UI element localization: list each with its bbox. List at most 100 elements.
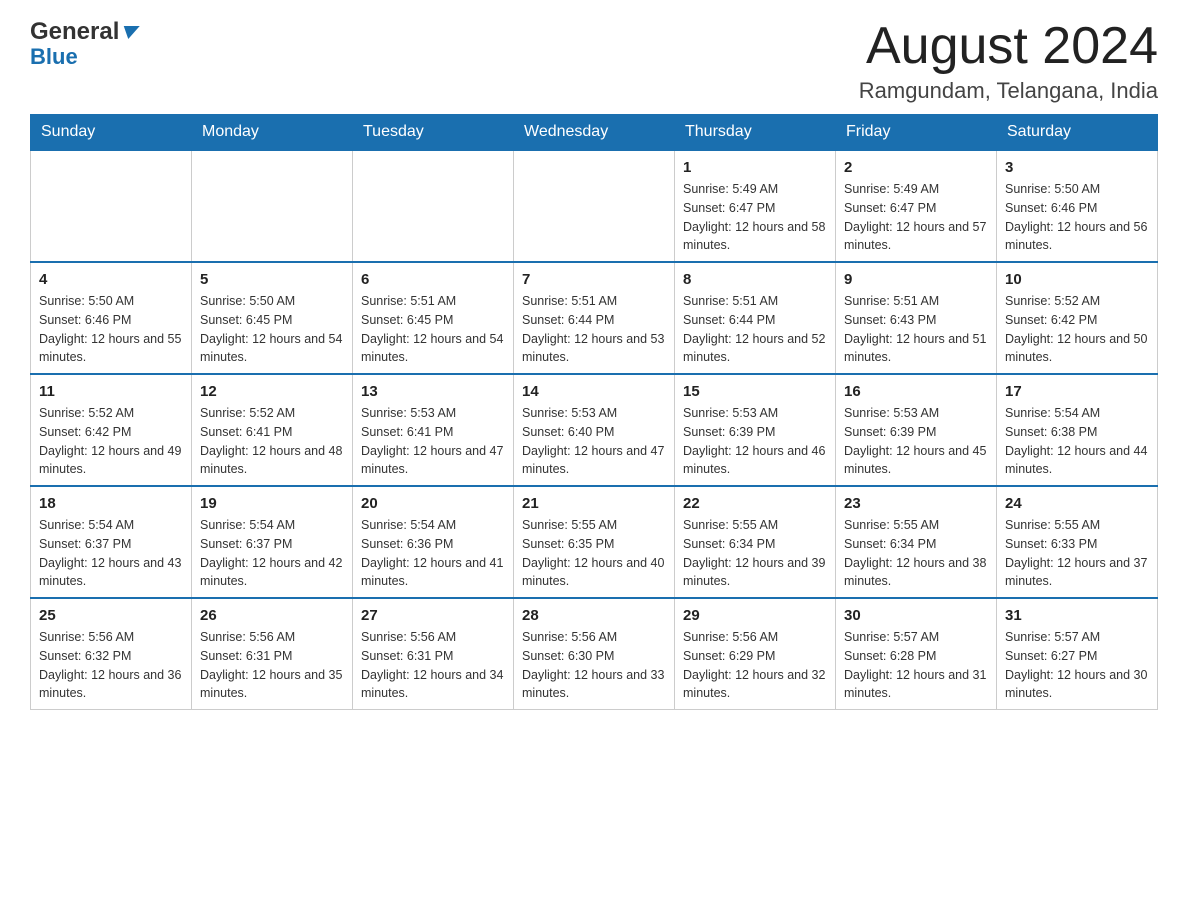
table-row: 28Sunrise: 5:56 AM Sunset: 6:30 PM Dayli… [514, 598, 675, 710]
day-number: 25 [39, 605, 183, 626]
month-title: August 2024 [859, 20, 1158, 72]
sun-info: Sunrise: 5:56 AM Sunset: 6:29 PM Dayligh… [683, 628, 827, 703]
col-sunday: Sunday [31, 115, 192, 151]
week-row-1: 1Sunrise: 5:49 AM Sunset: 6:47 PM Daylig… [31, 150, 1158, 262]
logo-blue-text: Blue [30, 46, 78, 68]
table-row: 22Sunrise: 5:55 AM Sunset: 6:34 PM Dayli… [675, 486, 836, 598]
table-row: 29Sunrise: 5:56 AM Sunset: 6:29 PM Dayli… [675, 598, 836, 710]
table-row: 21Sunrise: 5:55 AM Sunset: 6:35 PM Dayli… [514, 486, 675, 598]
day-number: 5 [200, 269, 344, 290]
table-row: 30Sunrise: 5:57 AM Sunset: 6:28 PM Dayli… [836, 598, 997, 710]
table-row: 26Sunrise: 5:56 AM Sunset: 6:31 PM Dayli… [192, 598, 353, 710]
table-row: 20Sunrise: 5:54 AM Sunset: 6:36 PM Dayli… [353, 486, 514, 598]
sun-info: Sunrise: 5:54 AM Sunset: 6:36 PM Dayligh… [361, 516, 505, 591]
week-row-2: 4Sunrise: 5:50 AM Sunset: 6:46 PM Daylig… [31, 262, 1158, 374]
sun-info: Sunrise: 5:53 AM Sunset: 6:39 PM Dayligh… [844, 404, 988, 479]
sun-info: Sunrise: 5:50 AM Sunset: 6:45 PM Dayligh… [200, 292, 344, 367]
table-row: 24Sunrise: 5:55 AM Sunset: 6:33 PM Dayli… [997, 486, 1158, 598]
table-row: 14Sunrise: 5:53 AM Sunset: 6:40 PM Dayli… [514, 374, 675, 486]
logo: General Blue [30, 20, 138, 68]
table-row: 10Sunrise: 5:52 AM Sunset: 6:42 PM Dayli… [997, 262, 1158, 374]
col-wednesday: Wednesday [514, 115, 675, 151]
sun-info: Sunrise: 5:56 AM Sunset: 6:32 PM Dayligh… [39, 628, 183, 703]
day-number: 11 [39, 381, 183, 402]
col-saturday: Saturday [997, 115, 1158, 151]
table-row: 3Sunrise: 5:50 AM Sunset: 6:46 PM Daylig… [997, 150, 1158, 262]
sun-info: Sunrise: 5:50 AM Sunset: 6:46 PM Dayligh… [1005, 180, 1149, 255]
day-number: 2 [844, 157, 988, 178]
sun-info: Sunrise: 5:54 AM Sunset: 6:37 PM Dayligh… [39, 516, 183, 591]
day-number: 27 [361, 605, 505, 626]
table-row [514, 150, 675, 262]
table-row: 11Sunrise: 5:52 AM Sunset: 6:42 PM Dayli… [31, 374, 192, 486]
sun-info: Sunrise: 5:51 AM Sunset: 6:43 PM Dayligh… [844, 292, 988, 367]
sun-info: Sunrise: 5:56 AM Sunset: 6:31 PM Dayligh… [361, 628, 505, 703]
table-row: 18Sunrise: 5:54 AM Sunset: 6:37 PM Dayli… [31, 486, 192, 598]
col-friday: Friday [836, 115, 997, 151]
day-number: 16 [844, 381, 988, 402]
day-number: 13 [361, 381, 505, 402]
day-number: 19 [200, 493, 344, 514]
col-thursday: Thursday [675, 115, 836, 151]
day-number: 23 [844, 493, 988, 514]
day-number: 9 [844, 269, 988, 290]
day-number: 4 [39, 269, 183, 290]
sun-info: Sunrise: 5:57 AM Sunset: 6:27 PM Dayligh… [1005, 628, 1149, 703]
day-number: 30 [844, 605, 988, 626]
sun-info: Sunrise: 5:49 AM Sunset: 6:47 PM Dayligh… [844, 180, 988, 255]
table-row: 8Sunrise: 5:51 AM Sunset: 6:44 PM Daylig… [675, 262, 836, 374]
table-row [31, 150, 192, 262]
table-row: 27Sunrise: 5:56 AM Sunset: 6:31 PM Dayli… [353, 598, 514, 710]
table-row: 7Sunrise: 5:51 AM Sunset: 6:44 PM Daylig… [514, 262, 675, 374]
logo-arrow-icon [121, 26, 140, 39]
col-monday: Monday [192, 115, 353, 151]
day-number: 7 [522, 269, 666, 290]
title-area: August 2024 Ramgundam, Telangana, India [859, 20, 1158, 104]
sun-info: Sunrise: 5:52 AM Sunset: 6:41 PM Dayligh… [200, 404, 344, 479]
day-number: 14 [522, 381, 666, 402]
table-row [192, 150, 353, 262]
sun-info: Sunrise: 5:53 AM Sunset: 6:41 PM Dayligh… [361, 404, 505, 479]
table-row: 1Sunrise: 5:49 AM Sunset: 6:47 PM Daylig… [675, 150, 836, 262]
sun-info: Sunrise: 5:51 AM Sunset: 6:45 PM Dayligh… [361, 292, 505, 367]
week-row-4: 18Sunrise: 5:54 AM Sunset: 6:37 PM Dayli… [31, 486, 1158, 598]
table-row: 6Sunrise: 5:51 AM Sunset: 6:45 PM Daylig… [353, 262, 514, 374]
table-row: 13Sunrise: 5:53 AM Sunset: 6:41 PM Dayli… [353, 374, 514, 486]
table-row: 23Sunrise: 5:55 AM Sunset: 6:34 PM Dayli… [836, 486, 997, 598]
day-number: 20 [361, 493, 505, 514]
week-row-5: 25Sunrise: 5:56 AM Sunset: 6:32 PM Dayli… [31, 598, 1158, 710]
sun-info: Sunrise: 5:53 AM Sunset: 6:39 PM Dayligh… [683, 404, 827, 479]
sun-info: Sunrise: 5:57 AM Sunset: 6:28 PM Dayligh… [844, 628, 988, 703]
table-row: 12Sunrise: 5:52 AM Sunset: 6:41 PM Dayli… [192, 374, 353, 486]
table-row: 15Sunrise: 5:53 AM Sunset: 6:39 PM Dayli… [675, 374, 836, 486]
day-number: 24 [1005, 493, 1149, 514]
logo-general-text: General [30, 20, 119, 44]
day-number: 6 [361, 269, 505, 290]
col-tuesday: Tuesday [353, 115, 514, 151]
sun-info: Sunrise: 5:53 AM Sunset: 6:40 PM Dayligh… [522, 404, 666, 479]
day-number: 15 [683, 381, 827, 402]
sun-info: Sunrise: 5:54 AM Sunset: 6:38 PM Dayligh… [1005, 404, 1149, 479]
calendar-header-row: Sunday Monday Tuesday Wednesday Thursday… [31, 115, 1158, 151]
table-row: 9Sunrise: 5:51 AM Sunset: 6:43 PM Daylig… [836, 262, 997, 374]
day-number: 8 [683, 269, 827, 290]
sun-info: Sunrise: 5:55 AM Sunset: 6:34 PM Dayligh… [844, 516, 988, 591]
table-row: 17Sunrise: 5:54 AM Sunset: 6:38 PM Dayli… [997, 374, 1158, 486]
sun-info: Sunrise: 5:55 AM Sunset: 6:34 PM Dayligh… [683, 516, 827, 591]
day-number: 3 [1005, 157, 1149, 178]
sun-info: Sunrise: 5:52 AM Sunset: 6:42 PM Dayligh… [39, 404, 183, 479]
day-number: 28 [522, 605, 666, 626]
sun-info: Sunrise: 5:50 AM Sunset: 6:46 PM Dayligh… [39, 292, 183, 367]
day-number: 29 [683, 605, 827, 626]
table-row [353, 150, 514, 262]
sun-info: Sunrise: 5:56 AM Sunset: 6:31 PM Dayligh… [200, 628, 344, 703]
day-number: 31 [1005, 605, 1149, 626]
day-number: 12 [200, 381, 344, 402]
sun-info: Sunrise: 5:56 AM Sunset: 6:30 PM Dayligh… [522, 628, 666, 703]
week-row-3: 11Sunrise: 5:52 AM Sunset: 6:42 PM Dayli… [31, 374, 1158, 486]
day-number: 22 [683, 493, 827, 514]
day-number: 18 [39, 493, 183, 514]
day-number: 21 [522, 493, 666, 514]
sun-info: Sunrise: 5:55 AM Sunset: 6:33 PM Dayligh… [1005, 516, 1149, 591]
page-header: General Blue August 2024 Ramgundam, Tela… [30, 20, 1158, 104]
